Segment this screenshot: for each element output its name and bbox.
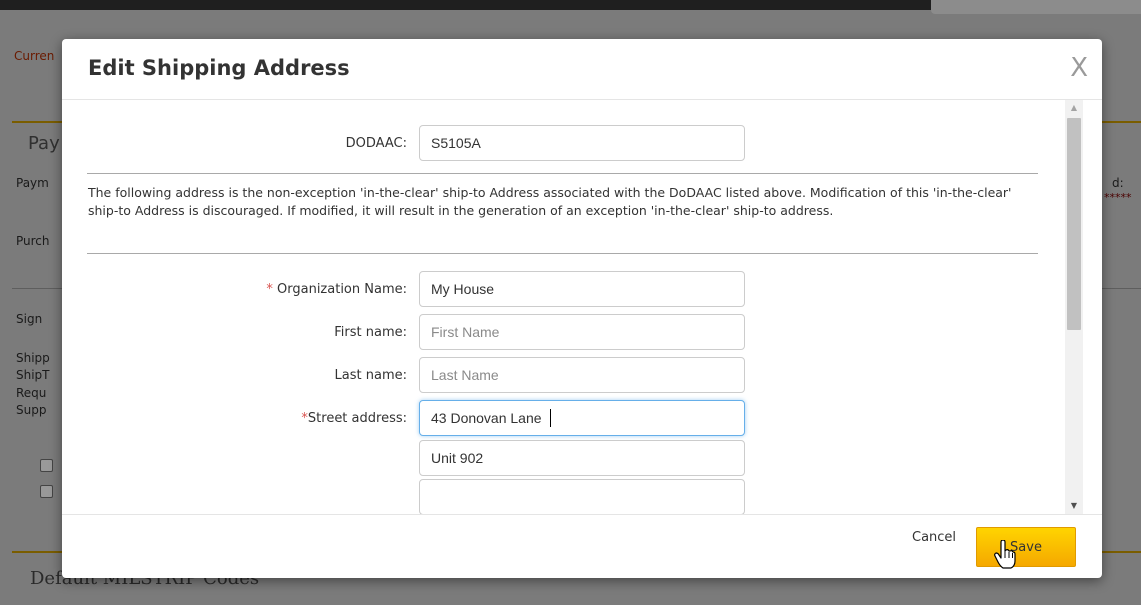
street-address-line3-row [62, 479, 1062, 514]
modal-body[interactable]: DODAAC: The following address is the non… [62, 100, 1102, 514]
divider [87, 253, 1038, 254]
background-panel-title: Pay [28, 133, 60, 154]
save-button[interactable]: Save [976, 527, 1076, 567]
organization-name-row: * Organization Name: [62, 271, 1062, 309]
cancel-button[interactable]: Cancel [912, 530, 956, 545]
close-icon[interactable]: X [1070, 53, 1088, 83]
background-checkbox [40, 459, 53, 472]
background-item: Shipp [16, 351, 50, 365]
street-address-line2-field[interactable] [419, 440, 745, 476]
background-item: Purch [16, 234, 50, 248]
required-marker: * [266, 282, 273, 297]
first-name-label: First name: [334, 325, 407, 340]
background-right-fragment: d: [1112, 176, 1124, 190]
last-name-row: Last name: [62, 357, 1062, 395]
address-notice-text: The following address is the non-excepti… [88, 185, 1012, 218]
street-address-line2-row [62, 440, 1062, 478]
background-current-label: Curren [14, 49, 55, 63]
last-name-label: Last name: [334, 368, 407, 383]
modal-footer: Cancel Save [62, 514, 1102, 578]
hand-pointer-cursor-icon [994, 540, 1016, 569]
background-masked-value: ***** [1104, 191, 1132, 204]
dodaac-field[interactable] [419, 125, 745, 161]
background-item: Requ [16, 386, 47, 400]
last-name-field[interactable] [419, 357, 745, 393]
background-top-right-box [931, 0, 1141, 14]
street-address-field[interactable] [419, 400, 745, 436]
scrollbar-thumb[interactable] [1067, 118, 1081, 330]
dodaac-label: DODAAC: [345, 136, 407, 151]
street-address-line3-field[interactable] [419, 479, 745, 514]
street-address-label: *Street address: [301, 411, 407, 426]
divider [87, 173, 1038, 174]
dodaac-row: DODAAC: [62, 125, 1062, 163]
organization-name-field[interactable] [419, 271, 745, 307]
modal-title: Edit Shipping Address [88, 56, 350, 80]
scroll-down-arrow-icon[interactable]: ▼ [1065, 498, 1083, 514]
modal-header: Edit Shipping Address X [62, 39, 1102, 100]
modal-scrollbar[interactable]: ▲ ▼ [1065, 100, 1083, 514]
first-name-field[interactable] [419, 314, 745, 350]
scroll-up-arrow-icon[interactable]: ▲ [1065, 100, 1083, 116]
text-cursor [550, 409, 551, 427]
edit-shipping-address-modal: Edit Shipping Address X DODAAC: The foll… [62, 39, 1102, 578]
first-name-row: First name: [62, 314, 1062, 352]
background-divider [1102, 121, 1141, 123]
background-item: ShipT [16, 368, 50, 382]
background-item: Paym [16, 176, 49, 190]
street-address-row: *Street address: [62, 400, 1062, 438]
street-address-label-text: Street address: [307, 411, 407, 426]
organization-name-label: * Organization Name: [266, 282, 407, 297]
background-checkbox [40, 485, 53, 498]
organization-name-label-text: Organization Name: [277, 282, 407, 297]
background-item: Sign [16, 312, 43, 326]
background-item: Supp [16, 403, 47, 417]
